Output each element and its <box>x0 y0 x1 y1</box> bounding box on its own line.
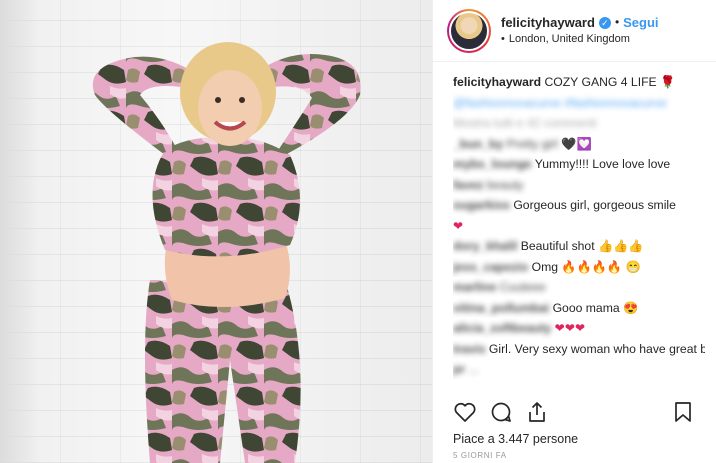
woman-in-camo-tracksuit-figure <box>92 42 361 463</box>
caption-username[interactable]: felicityhayward <box>453 75 541 89</box>
comment-row: pr ... <box>453 359 705 380</box>
comment-text: ❤ <box>453 218 464 233</box>
caption-tags[interactable]: @fashionnovacurve #fashionnovacurve <box>453 93 705 114</box>
comment-username[interactable]: pr <box>453 362 465 376</box>
comment-username[interactable]: marline <box>453 280 496 294</box>
comments-list[interactable]: felicityhayward COZY GANG 4 LIFE 🌹 @fash… <box>453 72 705 390</box>
avatar-image <box>449 10 489 51</box>
separator-dot: • <box>614 15 620 30</box>
comment-username[interactable]: mybs_lounge <box>453 157 532 171</box>
share-icon[interactable] <box>525 400 549 424</box>
post-photo[interactable] <box>0 0 432 463</box>
caption: felicityhayward COZY GANG 4 LIFE 🌹 <box>453 72 705 93</box>
comment-username[interactable]: vitina_pollumbai <box>453 301 549 315</box>
comment-username[interactable]: _bun_by <box>453 137 503 151</box>
comment-row: favez beauty <box>453 175 705 196</box>
comment-row: travis Girl. Very sexy woman who have gr… <box>453 339 705 360</box>
location-link[interactable]: London, United Kingdom <box>509 33 630 45</box>
comment-row: sugarkiss Gorgeous girl, gorgeous smile <box>453 195 705 216</box>
post-actions-bar <box>453 398 711 426</box>
instagram-post-window: felicityhayward ✓ • Segui • London, Unite… <box>0 0 716 463</box>
location-dot-icon: • <box>501 32 505 45</box>
comment-row: vitina_pollumbai Gooo mama 😍 <box>453 298 705 319</box>
comment-text: Yummy!!!! Love love love <box>534 157 671 171</box>
comment-text: Gorgeous girl, gorgeous smile <box>513 198 676 212</box>
comment-text: beauty <box>486 177 524 192</box>
comment-username[interactable]: alicia_zoftbeauty <box>453 321 551 335</box>
bookmark-icon[interactable] <box>671 400 695 424</box>
comment-text: Cuuteee <box>499 280 546 294</box>
comment-bubble-icon[interactable] <box>489 400 513 424</box>
comment-row: alicia_zoftbeauty ❤❤❤ <box>453 318 705 339</box>
avatar[interactable] <box>447 8 491 53</box>
comment-row: mybs_lounge Yummy!!!! Love love love <box>453 154 705 175</box>
comment-row: dory_khalil Beautiful shot 👍👍👍 <box>453 236 705 257</box>
comment-text: ❤❤❤ <box>554 321 586 335</box>
show-all-comments-link[interactable]: Mostra tutti e 42 commenti <box>453 113 705 134</box>
photo-shadow <box>0 0 40 463</box>
username-link[interactable]: felicityhayward <box>501 15 595 31</box>
comment-username[interactable]: dory_khalil <box>453 239 517 253</box>
comment-username[interactable]: travis <box>453 342 486 356</box>
comment-username[interactable]: sugarkiss <box>453 198 510 212</box>
comment-text: Pretty girl <box>506 136 558 151</box>
comment-text: Beautiful shot 👍👍👍 <box>520 239 644 253</box>
comment-text: Omg 🔥🔥🔥🔥 😁 <box>531 259 641 274</box>
comment-username[interactable]: favez <box>453 178 484 192</box>
rose-emoji-icon: 🌹 <box>660 75 676 89</box>
post-timestamp: 5 GIORNI FA <box>453 451 507 460</box>
caption-text: COZY GANG 4 LIFE <box>544 75 657 89</box>
comment-text: ... <box>468 362 479 376</box>
heart-emoji-icon: 🖤💟 <box>561 136 592 151</box>
post-header: felicityhayward ✓ • Segui • London, Unite… <box>433 0 716 62</box>
comment-row: ❤ <box>453 216 705 237</box>
verified-badge-icon: ✓ <box>598 16 611 29</box>
comment-row: jess_capezio Omg 🔥🔥🔥🔥 😁 <box>453 257 705 278</box>
comment-username[interactable]: jess_capezio <box>453 260 528 274</box>
location-row: • London, United Kingdom <box>501 33 659 47</box>
follow-button[interactable]: Segui <box>623 15 658 31</box>
likes-count[interactable]: Piace a 3.447 persone <box>453 432 578 446</box>
comment-row: _bun_by Pretty girl 🖤💟 <box>453 134 705 155</box>
comment-text: Girl. Very sexy woman who have great bod… <box>488 341 705 356</box>
header-info: felicityhayward ✓ • Segui • London, Unite… <box>501 15 659 47</box>
post-side-panel: felicityhayward ✓ • Segui • London, Unite… <box>432 0 716 463</box>
comment-row: marline Cuuteee <box>453 277 705 298</box>
heart-outline-icon[interactable] <box>453 400 477 424</box>
header-user-row: felicityhayward ✓ • Segui <box>501 15 659 31</box>
comment-text: Gooo mama 😍 <box>552 300 639 315</box>
